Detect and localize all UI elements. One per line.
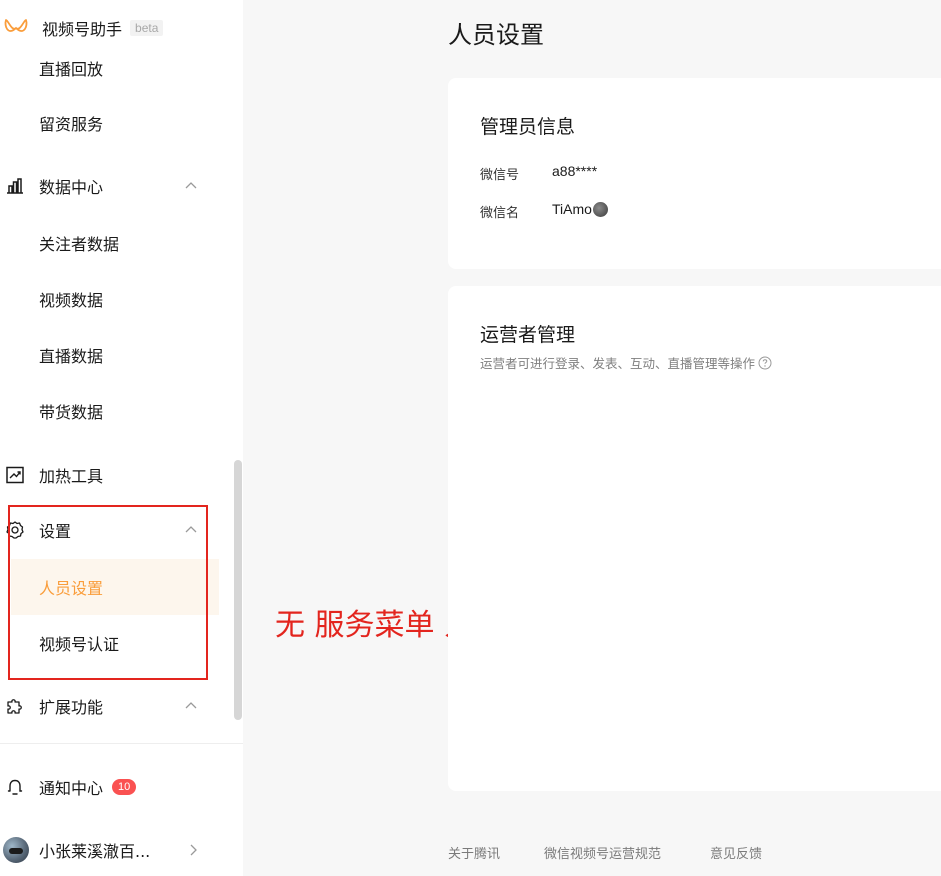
sidebar-item-label: 留资服务 (39, 115, 104, 134)
sidebar-divider (0, 743, 243, 744)
chevron-up-icon[interactable] (183, 178, 199, 194)
account-name: 小张莱溪澈百... (39, 842, 151, 861)
operator-description: 运营者可进行登录、发表、互动、直播管理等操作 (480, 353, 772, 372)
admin-info-card: 管理员信息 微信号 a88**** 微信名 TiAmo (448, 78, 941, 269)
footer-link-about-tencent[interactable]: 关于腾讯 (448, 843, 500, 862)
sidebar-item-live-data[interactable]: 直播数据 (0, 327, 234, 383)
notification-count-badge: 10 (112, 779, 137, 795)
sidebar-item-label: 加热工具 (39, 467, 104, 486)
chevron-up-icon[interactable] (183, 698, 199, 714)
sidebar-item-label: 直播回放 (39, 60, 104, 79)
brand-name: 视频号助手 (42, 19, 123, 39)
operator-management-title: 运营者管理 (480, 324, 576, 346)
avatar (3, 837, 29, 863)
sidebar-item-data-center[interactable]: 数据中心 (0, 158, 234, 214)
sidebar-item-follower-data[interactable]: 关注者数据 (0, 215, 234, 271)
footer-link-operating-rules[interactable]: 微信视频号运营规范 (544, 843, 661, 862)
bell-icon (5, 777, 25, 797)
account-menu[interactable]: 小张莱溪澈百... (0, 822, 243, 876)
chevron-right-icon (185, 842, 201, 858)
wechat-name-field: TiAmo (552, 201, 608, 217)
wechat-name-value: TiAmo (552, 201, 592, 217)
sidebar-item-lead-service[interactable]: 留资服务 (0, 95, 234, 151)
sidebar-item-label: 带货数据 (39, 403, 104, 422)
emoji-icon (592, 201, 608, 217)
sidebar: 视频号助手 beta 直播回放 留资服务 数据中心 关注者数据 视频数据 直播数… (0, 0, 243, 876)
sidebar-item-label: 数据中心 (39, 178, 104, 197)
sidebar-scrollbar-thumb[interactable] (234, 460, 242, 720)
puzzle-icon (5, 696, 25, 716)
sidebar-item-label: 扩展功能 (39, 698, 104, 717)
notification-center[interactable]: 通知中心 10 (0, 759, 243, 815)
brand-header[interactable]: 视频号助手 beta (0, 0, 243, 55)
page-title: 人员设置 (448, 21, 544, 49)
trend-chart-icon (5, 465, 25, 485)
channels-logo-icon (4, 16, 28, 40)
operator-description-text: 运营者可进行登录、发表、互动、直播管理等操作 (480, 356, 756, 371)
help-icon[interactable] (758, 356, 772, 370)
sidebar-item-label: 关注者数据 (39, 235, 120, 254)
notification-label: 通知中心 (39, 779, 104, 798)
bar-chart-icon (5, 176, 25, 196)
sidebar-item-live-replay[interactable]: 直播回放 (0, 55, 234, 96)
beta-badge: beta (130, 19, 164, 36)
sidebar-item-label: 直播数据 (39, 347, 104, 366)
sidebar-item-boost-tools[interactable]: 加热工具 (0, 447, 234, 503)
operator-management-card: 运营者管理 运营者可进行登录、发表、互动、直播管理等操作 (448, 286, 941, 791)
wechat-id-label: 微信号 (480, 168, 520, 183)
sidebar-item-sales-data[interactable]: 带货数据 (0, 383, 234, 439)
sidebar-item-label: 视频数据 (39, 291, 104, 310)
wechat-name-label: 微信名 (480, 206, 520, 221)
sidebar-item-extensions[interactable]: 扩展功能 (0, 678, 234, 734)
wechat-id-value: a88**** (552, 163, 598, 179)
footer-link-feedback[interactable]: 意见反馈 (710, 843, 762, 862)
sidebar-item-video-data[interactable]: 视频数据 (0, 271, 234, 327)
annotation-highlight-box (8, 505, 208, 680)
admin-info-title: 管理员信息 (480, 116, 576, 138)
